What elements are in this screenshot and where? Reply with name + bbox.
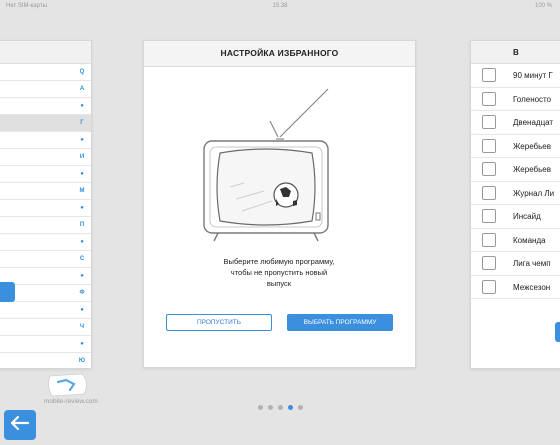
page-dot (288, 405, 293, 410)
tv-with-football-icon (203, 88, 329, 242)
index-row[interactable]: ● (0, 98, 91, 115)
index-row[interactable]: А (0, 81, 91, 98)
index-letter[interactable]: Ю (76, 353, 88, 368)
index-letter[interactable]: Г (76, 115, 88, 132)
program-name: Журнал Ли (513, 188, 555, 198)
program-name: Межсезон (513, 282, 551, 292)
program-row[interactable]: Лига чемп (471, 252, 560, 276)
previous-card-button[interactable] (0, 282, 15, 302)
index-letter[interactable]: ● (76, 166, 88, 183)
index-row[interactable]: М (0, 183, 91, 200)
index-letter[interactable]: М (76, 183, 88, 200)
program-checkbox[interactable] (482, 232, 496, 247)
next-card-button[interactable] (555, 322, 560, 342)
status-bar: Нет SIM-карты 15:38 100 % (0, 0, 560, 12)
index-row[interactable]: ● (0, 234, 91, 251)
index-letter[interactable]: П (76, 217, 88, 234)
program-name: 90 минут Г (513, 71, 553, 80)
battery-label: 100 % (534, 3, 552, 9)
index-letter[interactable]: Ч (76, 319, 88, 336)
onboarding-message: Выберите любимую программу, чтобы не про… (184, 256, 374, 289)
index-row[interactable]: Q (0, 64, 91, 81)
program-row[interactable]: Голеносто (471, 88, 560, 111)
index-row[interactable]: ● (0, 166, 91, 183)
index-row[interactable]: ● (0, 336, 91, 353)
program-row[interactable]: Инсайд (471, 205, 560, 229)
page-dot (268, 405, 273, 410)
program-name: Команда (513, 235, 546, 245)
message-line-2: чтобы не пропустить новый (230, 268, 328, 277)
program-name: Жеребьев (513, 165, 551, 174)
page-dot (258, 405, 263, 410)
index-row[interactable]: ● (0, 132, 91, 149)
program-row[interactable]: Команда (471, 229, 560, 252)
card-header: В (471, 41, 560, 64)
index-letter[interactable]: ● (76, 336, 88, 353)
index-letter[interactable]: Q (76, 64, 88, 81)
index-letter[interactable]: ● (76, 98, 88, 115)
card-title: НАСТРОЙКА ИЗБРАННОГО (144, 41, 415, 67)
program-row[interactable]: Межсезон (471, 276, 560, 299)
favorites-setup-card: НАСТРОЙКА ИЗБРАННОГО Выберите любимую пр… (143, 40, 416, 368)
program-checkbox[interactable] (482, 209, 496, 223)
program-checkbox[interactable] (482, 256, 496, 270)
message-line-3: выпуск (266, 279, 292, 288)
back-button[interactable] (4, 410, 36, 440)
page-dot (278, 405, 283, 410)
page-dot (298, 405, 303, 410)
choose-program-button[interactable]: ВЫБРАТЬ ПРОГРАММУ (287, 314, 393, 331)
program-selection-card[interactable]: В 90 минут Г Голеносто Двенадцат Жеребьев Же… (470, 40, 560, 369)
program-row[interactable]: 90 минут Г (471, 64, 560, 88)
program-checkbox[interactable] (482, 91, 496, 106)
program-checkbox[interactable] (482, 279, 496, 294)
program-name: Голеносто (513, 94, 552, 104)
index-row[interactable]: Ч (0, 319, 91, 336)
program-row[interactable]: Жеребьев (471, 135, 560, 158)
index-letter[interactable]: Ф (76, 285, 88, 302)
index-row[interactable]: ● (0, 200, 91, 217)
card-title: В (513, 48, 519, 57)
index-row[interactable]: ● (0, 302, 91, 319)
index-letter[interactable]: ● (76, 200, 88, 217)
program-row[interactable]: Журнал Ли (471, 182, 560, 205)
arrow-left-icon (10, 415, 30, 431)
program-checkbox[interactable] (482, 138, 496, 153)
program-row[interactable]: Двенадцат (471, 111, 560, 135)
program-row[interactable]: Жеребьев (471, 158, 560, 182)
index-letter[interactable]: ● (76, 234, 88, 251)
index-letter[interactable]: ● (76, 132, 88, 149)
program-name: Жеребьев (513, 141, 551, 151)
index-row[interactable]: Ю (0, 353, 91, 368)
mobile-review-logo-icon (48, 373, 87, 397)
index-letter[interactable]: С (76, 251, 88, 268)
index-letter[interactable]: ● (76, 302, 88, 319)
watermark-text: mobile-review.com (44, 398, 98, 405)
program-checkbox[interactable] (482, 185, 496, 200)
program-name: Инсайд (513, 212, 541, 221)
program-checkbox[interactable] (482, 162, 496, 176)
card-header (0, 41, 91, 64)
skip-button[interactable]: ПРОПУСТИТЬ (166, 314, 272, 331)
index-row[interactable]: П (0, 217, 91, 234)
program-checkbox[interactable] (482, 68, 496, 82)
program-name: Двенадцат (513, 118, 554, 127)
index-letter[interactable]: А (76, 81, 88, 98)
clock: 15:38 (272, 3, 288, 9)
index-row[interactable]: Г (0, 115, 91, 132)
program-name: Лига чемп (513, 259, 551, 268)
message-line-1: Выберите любимую программу, (223, 257, 335, 266)
index-letter[interactable]: ● (76, 268, 88, 285)
previous-page-card[interactable]: Q А ● Г ● И ● М ● П ● С ● Ф ● Ч ● Ю (0, 40, 92, 369)
program-checkbox[interactable] (482, 115, 496, 129)
index-letter[interactable]: И (76, 149, 88, 166)
index-row[interactable]: И (0, 149, 91, 166)
index-row[interactable]: С (0, 251, 91, 268)
